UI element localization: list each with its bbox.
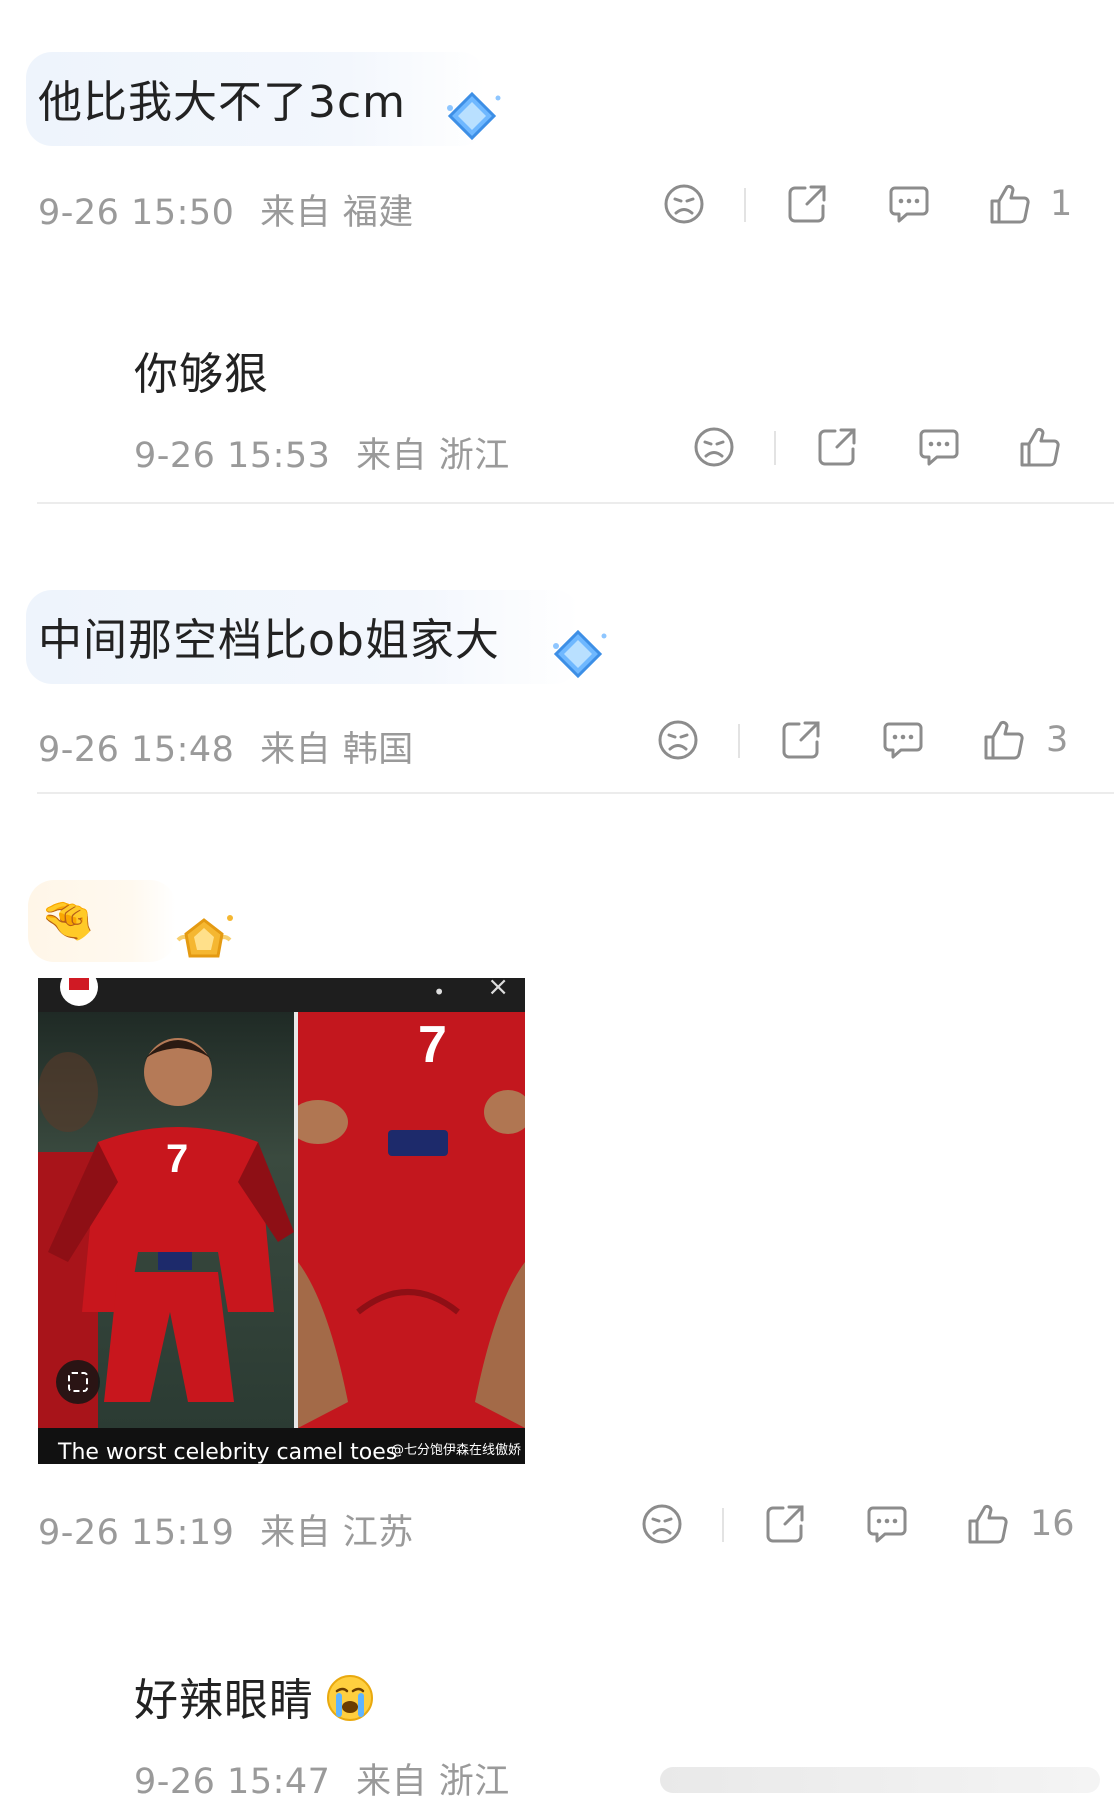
like-button[interactable] — [1018, 425, 1062, 469]
thumbs-up-icon — [984, 720, 1024, 760]
comment-text: 他比我大不了3cm — [38, 77, 407, 128]
sad-face-icon — [694, 427, 734, 467]
like-button[interactable] — [982, 718, 1026, 762]
dislike-button[interactable] — [656, 718, 700, 762]
share-icon — [818, 428, 856, 466]
comment-bubble-icon — [919, 429, 959, 466]
like-button[interactable] — [988, 182, 1032, 226]
thumbs-up-icon — [1020, 427, 1060, 467]
share-icon — [782, 721, 820, 759]
more-dots-icon: • — [433, 980, 445, 1004]
comment-bubble[interactable]: 中间那空档比ob姐家大 — [26, 590, 580, 684]
action-divider — [744, 188, 746, 222]
share-button[interactable] — [763, 1502, 807, 1546]
source-label: 来自 — [356, 1762, 428, 1802]
comment-location: 浙江 — [438, 1762, 510, 1802]
reply-text-wrap[interactable]: 你够狠 — [134, 338, 269, 402]
sad-face-icon — [658, 720, 698, 760]
comment-actions: 1 — [0, 182, 1114, 232]
diamond-badge-icon — [447, 91, 501, 141]
dislike-button[interactable] — [662, 182, 706, 226]
like-count: 1 — [1050, 184, 1073, 224]
comment-actions: 16 — [0, 1502, 1114, 1552]
svg-text:7: 7 — [166, 1137, 188, 1181]
sad-face-icon — [642, 1504, 682, 1544]
scan-image-button[interactable] — [56, 1360, 100, 1404]
reply-text-wrap[interactable]: 好辣眼睛 — [134, 1664, 375, 1728]
reply-button[interactable] — [887, 182, 931, 226]
comment-bubble-icon — [889, 186, 929, 223]
share-icon — [766, 1505, 804, 1543]
dislike-button[interactable] — [640, 1502, 684, 1546]
reply-button[interactable] — [865, 1502, 909, 1546]
thumbs-up-icon — [990, 184, 1030, 224]
image-caption-text: The worst celebrity camel toes — [58, 1440, 398, 1464]
reply-button[interactable] — [917, 425, 961, 469]
comment-divider — [37, 502, 1114, 504]
comment-time: 9-26 15:47 — [134, 1762, 331, 1802]
comment-actions — [0, 425, 1114, 475]
comment-bubble[interactable]: 他比我大不了3cm — [26, 52, 487, 146]
comment-bubble-icon — [867, 1506, 907, 1543]
bottom-scroll-indicator — [660, 1767, 1100, 1793]
image-header: • × — [38, 978, 525, 1012]
comment-bubble[interactable]: 🤏 — [28, 880, 176, 962]
dislike-button[interactable] — [692, 425, 736, 469]
comment-text: 中间那空档比ob姐家大 — [38, 615, 500, 666]
reply-button[interactable] — [881, 718, 925, 762]
share-button[interactable] — [815, 425, 859, 469]
action-divider — [738, 724, 740, 758]
svg-text:7: 7 — [418, 1016, 447, 1074]
share-button[interactable] — [779, 718, 823, 762]
comment-image[interactable]: • × 7 7 The worst celebrity camel toes @… — [38, 978, 525, 1464]
comment-bubble-icon — [883, 722, 923, 759]
diamond-badge-icon — [553, 629, 607, 679]
comment-text: 🤏 — [40, 895, 96, 946]
image-panel-right: 7 — [298, 1012, 525, 1428]
comment-divider — [37, 792, 1114, 794]
like-button[interactable] — [966, 1502, 1010, 1546]
share-button[interactable] — [785, 182, 829, 226]
publisher-logo-icon — [60, 978, 98, 1006]
comment-actions: 3 — [0, 718, 1114, 768]
action-divider — [774, 431, 776, 465]
close-icon: × — [487, 978, 509, 1002]
sad-face-icon — [664, 184, 704, 224]
crying-face-icon — [327, 1675, 374, 1721]
comment-text: 你够狠 — [134, 349, 269, 400]
gold-crown-badge-icon — [176, 915, 233, 958]
thumbs-up-icon — [968, 1504, 1008, 1544]
player-illustration-right: 7 — [298, 1012, 525, 1428]
like-count: 16 — [1030, 1504, 1075, 1544]
action-divider — [722, 1508, 724, 1542]
comment-text: 好辣眼睛 — [134, 1675, 314, 1726]
image-watermark: @七分饱伊森在线傲娇 — [390, 1443, 521, 1458]
like-count: 3 — [1046, 720, 1069, 760]
share-icon — [788, 185, 826, 223]
comment-meta: 9-26 15:47 来自 浙江 — [134, 1753, 510, 1804]
